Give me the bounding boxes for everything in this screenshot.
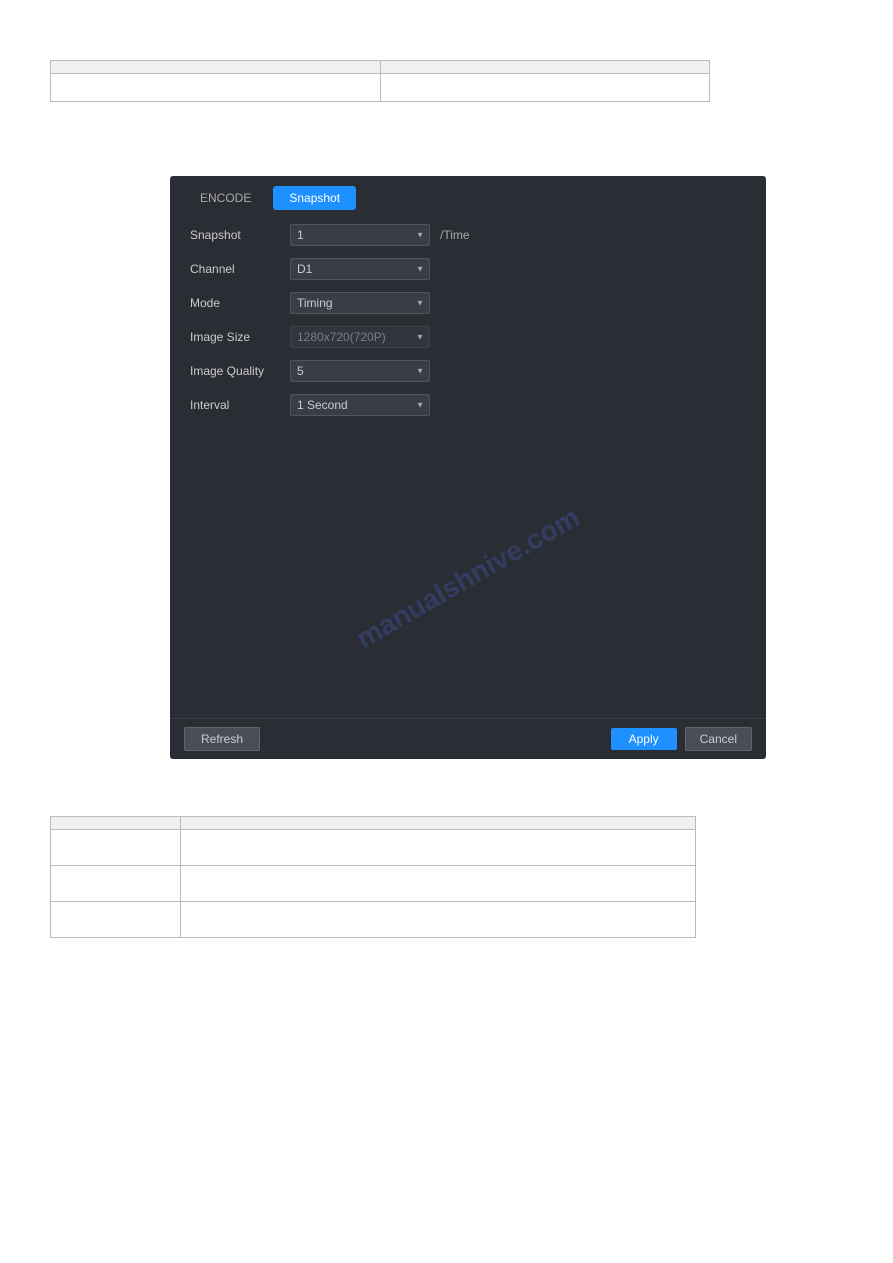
cancel-button[interactable]: Cancel [685, 727, 752, 751]
top-table-header-col1 [51, 61, 381, 74]
top-table-cell-col1 [51, 74, 381, 102]
channel-select-wrap: D1 [290, 258, 430, 280]
image-size-label: Image Size [190, 330, 290, 344]
image-quality-select-wrap: 5 [290, 360, 430, 382]
snapshot-select[interactable]: 1 [290, 224, 430, 246]
mode-select[interactable]: Timing [290, 292, 430, 314]
bottom-table-header-col1 [51, 817, 181, 830]
watermark: manualshnive.com [351, 501, 585, 655]
refresh-button[interactable]: Refresh [184, 727, 260, 751]
panel-tabs: ENCODE Snapshot [170, 176, 766, 210]
bottom-table-row1-col2 [181, 830, 696, 866]
image-quality-select[interactable]: 5 [290, 360, 430, 382]
mode-row: Mode Timing [190, 292, 746, 314]
image-quality-label: Image Quality [190, 364, 290, 378]
mode-select-wrap: Timing [290, 292, 430, 314]
interval-label: Interval [190, 398, 290, 412]
interval-select-wrap: 1 Second [290, 394, 430, 416]
bottom-table-header-col2 [181, 817, 696, 830]
top-table-header-col2 [380, 61, 710, 74]
bottom-table [50, 816, 696, 938]
tab-snapshot[interactable]: Snapshot [273, 186, 356, 210]
snapshot-control: 1 /Time [290, 224, 470, 246]
snapshot-label: Snapshot [190, 228, 290, 242]
snapshot-unit: /Time [440, 228, 470, 242]
apply-button[interactable]: Apply [611, 728, 677, 750]
interval-select[interactable]: 1 Second [290, 394, 430, 416]
snapshot-panel: ENCODE Snapshot Snapshot 1 /Time Ch [170, 176, 766, 759]
bottom-table-row3-col2 [181, 902, 696, 938]
bottom-table-row1-col1 [51, 830, 181, 866]
panel-spacer: manualshnive.com [170, 438, 766, 718]
bottom-table-row2-col1 [51, 866, 181, 902]
bottom-table-row2-col2 [181, 866, 696, 902]
top-table [50, 60, 710, 102]
channel-label: Channel [190, 262, 290, 276]
bottom-table-row3-col1 [51, 902, 181, 938]
channel-select[interactable]: D1 [290, 258, 430, 280]
interval-row: Interval 1 Second [190, 394, 746, 416]
snapshot-row: Snapshot 1 /Time [190, 224, 746, 246]
snapshot-select-wrap: 1 [290, 224, 430, 246]
image-quality-row: Image Quality 5 [190, 360, 746, 382]
mode-label: Mode [190, 296, 290, 310]
image-size-select[interactable]: 1280x720(720P) [290, 326, 430, 348]
channel-row: Channel D1 [190, 258, 746, 280]
panel-form: Snapshot 1 /Time Channel D1 [170, 210, 766, 438]
image-size-select-wrap: 1280x720(720P) [290, 326, 430, 348]
panel-buttons: Refresh Apply Cancel [170, 718, 766, 759]
tab-encode[interactable]: ENCODE [184, 186, 267, 210]
top-table-cell-col2 [380, 74, 710, 102]
image-size-row: Image Size 1280x720(720P) [190, 326, 746, 348]
